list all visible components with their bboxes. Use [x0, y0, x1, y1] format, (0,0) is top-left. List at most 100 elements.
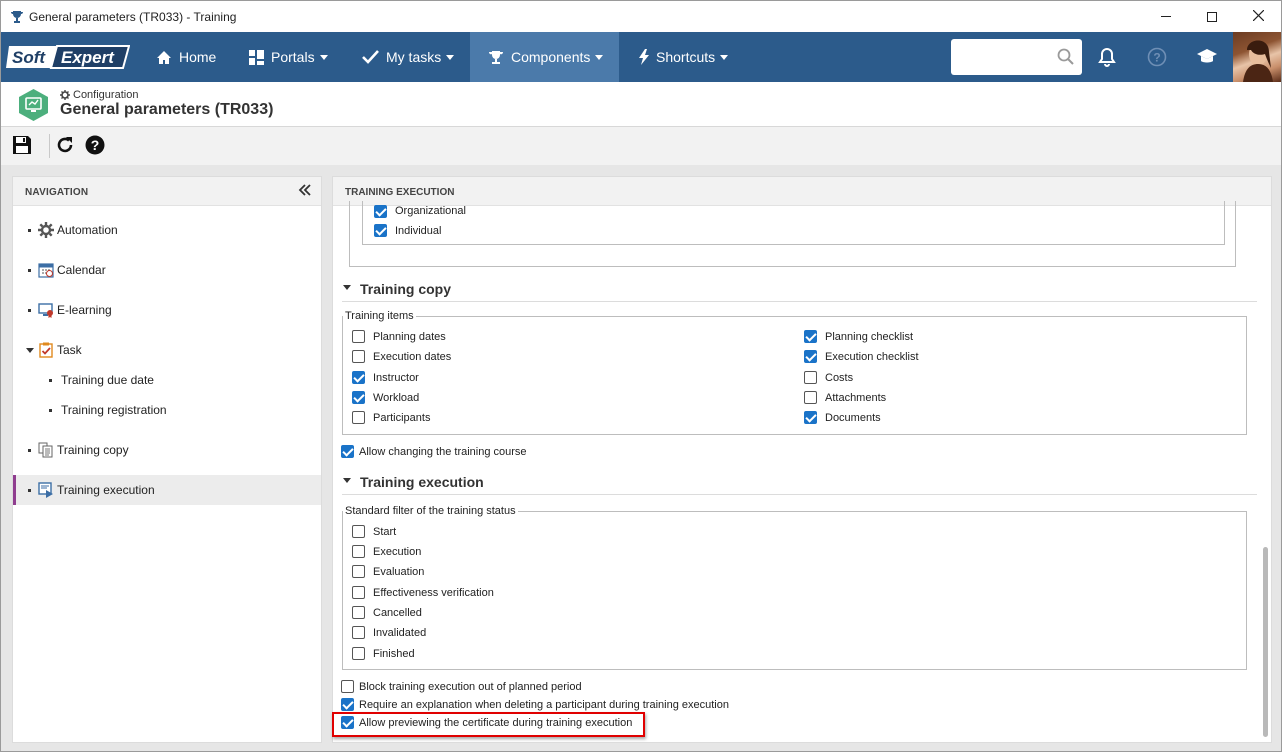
nav-item-e-learning[interactable]: E-learning: [13, 295, 321, 325]
nav-shortcuts-label: Shortcuts: [656, 49, 716, 65]
status-evaluation-label: Evaluation: [373, 566, 425, 578]
gear-icon: [60, 90, 70, 100]
tree-bullet: [28, 309, 31, 312]
nav-item-task[interactable]: Task: [13, 335, 321, 365]
trophy-icon: [9, 9, 25, 25]
chevron-down-icon: [720, 54, 729, 60]
costs-label: Costs: [825, 372, 854, 384]
allow-preview-certificate-checkbox[interactable]: [341, 716, 354, 729]
nav-home[interactable]: Home: [143, 32, 233, 82]
save-button[interactable]: [10, 134, 34, 158]
maximize-button[interactable]: [1189, 1, 1235, 32]
status-invalidated-checkbox[interactable]: [352, 626, 365, 639]
execution-dates-checkbox[interactable]: [352, 350, 365, 363]
softexpert-logo[interactable]: Soft Expert: [6, 43, 131, 71]
instructor-checkbox[interactable]: [352, 371, 365, 384]
breadcrumb[interactable]: Configuration: [60, 89, 138, 101]
content-heading: TRAINING EXECUTION: [345, 187, 455, 198]
vertical-scrollbar[interactable]: [1261, 207, 1271, 742]
tree-bullet: [28, 229, 31, 232]
clipboard-icon: [38, 342, 54, 358]
status-filter-legend: Standard filter of the training status: [343, 505, 518, 517]
nav-item-label: Calendar: [57, 263, 106, 277]
nav-my-tasks[interactable]: My tasks: [349, 32, 469, 82]
window-title: General parameters (TR033) - Training: [29, 9, 237, 24]
avatar[interactable]: [1233, 32, 1281, 82]
status-start-checkbox[interactable]: [352, 525, 365, 538]
nav-item-training-copy[interactable]: Training copy: [13, 435, 321, 465]
allow-changing-course-checkbox[interactable]: [341, 445, 354, 458]
planning-checklist-checkbox[interactable]: [804, 330, 817, 343]
help-circle-icon[interactable]: ?: [1145, 45, 1169, 69]
nav-item-label: Training due date: [61, 373, 154, 387]
participants-label: Participants: [373, 412, 431, 424]
graduation-cap-icon[interactable]: [1195, 45, 1219, 69]
workload-checkbox[interactable]: [352, 391, 365, 404]
planning-dates-checkbox[interactable]: [352, 330, 365, 343]
tree-bullet: [28, 489, 31, 492]
portals-icon: [249, 49, 264, 65]
save-icon: [12, 135, 32, 158]
nav-portals[interactable]: Portals: [235, 32, 345, 82]
home-icon: [156, 50, 172, 65]
nav-components[interactable]: Components: [470, 32, 619, 82]
nav-item-training-execution[interactable]: Training execution: [13, 475, 321, 505]
fieldset-inner-partial: [362, 201, 1225, 245]
section-title: Training copy: [360, 281, 452, 297]
bell-icon[interactable]: [1095, 45, 1119, 69]
status-start-label: Start: [373, 526, 397, 538]
gear-icon: [38, 222, 54, 238]
status-invalidated-label: Invalidated: [373, 627, 427, 639]
organizational-checkbox[interactable]: [374, 205, 387, 218]
refresh-button[interactable]: [53, 134, 77, 158]
section-training-copy[interactable]: Training copy: [342, 276, 1257, 302]
search-icon[interactable]: [1057, 48, 1074, 68]
attachments-checkbox[interactable]: [804, 391, 817, 404]
participants-checkbox[interactable]: [352, 411, 365, 424]
status-finished-checkbox[interactable]: [352, 647, 365, 660]
close-button[interactable]: [1235, 1, 1281, 32]
status-cancelled-checkbox[interactable]: [352, 606, 365, 619]
status-effectiveness-checkbox[interactable]: [352, 586, 365, 599]
section-training-execution[interactable]: Training execution: [342, 469, 1257, 495]
navigation-panel: NAVIGATION Automation Calendar E-learnin…: [12, 176, 322, 743]
help-button[interactable]: ?: [83, 134, 107, 158]
minimize-icon: [1161, 16, 1171, 17]
nav-shortcuts[interactable]: Shortcuts: [623, 32, 753, 82]
require-explanation-checkbox[interactable]: [341, 698, 354, 711]
nav-my-tasks-label: My tasks: [386, 49, 442, 65]
require-explanation-label: Require an explanation when deleting a p…: [359, 699, 729, 711]
scrollbar-thumb[interactable]: [1263, 547, 1268, 737]
organizational-label: Organizational: [395, 205, 466, 217]
status-cancelled-label: Cancelled: [373, 607, 422, 619]
status-evaluation-checkbox[interactable]: [352, 565, 365, 578]
collapse-double-chevron-icon[interactable]: [298, 184, 312, 199]
chevron-down-icon: [446, 54, 455, 60]
individual-checkbox[interactable]: [374, 224, 387, 237]
training-items-legend: Training items: [343, 310, 416, 322]
status-execution-checkbox[interactable]: [352, 545, 365, 558]
tree-bullet: [28, 269, 31, 272]
documents-checkbox[interactable]: [804, 411, 817, 424]
page-title: General parameters (TR033): [60, 101, 274, 118]
execution-checklist-checkbox[interactable]: [804, 350, 817, 363]
minimize-button[interactable]: [1143, 1, 1189, 32]
workload-label: Workload: [373, 392, 420, 404]
allow-preview-certificate-label: Allow previewing the certificate during …: [359, 717, 633, 729]
nav-item-training-registration[interactable]: Training registration: [13, 395, 321, 425]
check-icon: [362, 50, 379, 64]
refresh-icon: [55, 135, 75, 158]
nav-item-calendar[interactable]: Calendar: [13, 255, 321, 285]
svg-text:?: ?: [1153, 51, 1160, 65]
block-execution-checkbox[interactable]: [341, 680, 354, 693]
costs-checkbox[interactable]: [804, 371, 817, 384]
nav-item-label: Training copy: [57, 443, 129, 457]
nav-item-training-due-date[interactable]: Training due date: [13, 365, 321, 395]
nav-home-label: Home: [179, 49, 217, 65]
execution-dates-label: Execution dates: [373, 351, 452, 363]
search-input[interactable]: [951, 39, 1082, 75]
nav-item-label: Training execution: [57, 483, 155, 497]
expand-caret-icon[interactable]: [26, 348, 34, 353]
top-navigation-bar: Soft Expert Home Portals My tasks Compon…: [1, 32, 1281, 82]
nav-item-automation[interactable]: Automation: [13, 215, 321, 245]
